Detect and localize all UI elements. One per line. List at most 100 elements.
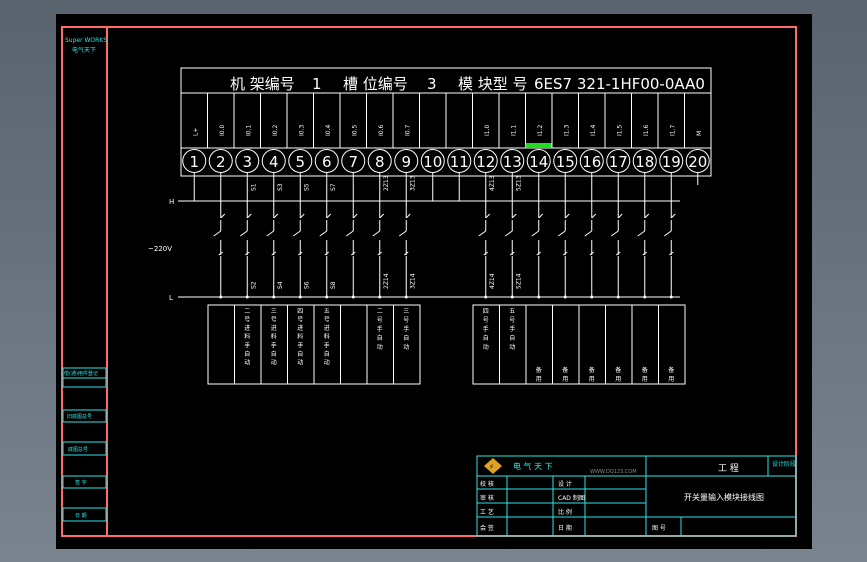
desc-char: 备	[668, 366, 674, 374]
margin-label-4: 签 字	[75, 479, 87, 486]
desc-char: 四	[297, 308, 303, 315]
wire-label-top: 2Z13	[383, 175, 390, 191]
terminal-label: I1.7	[669, 125, 676, 136]
desc-char: 用	[668, 376, 674, 383]
terminal-number: 10	[423, 153, 442, 171]
cad-viewport[interactable]: Super WORKS 电气天下 借(通)用件登记 旧底图总号 底图总号 签 字…	[0, 0, 867, 562]
desc-char: 料	[271, 333, 277, 341]
terminal-number: 16	[582, 153, 601, 171]
terminal-number: 20	[688, 153, 707, 171]
desc-char: 号	[403, 317, 409, 324]
terminal-label: I0.5	[351, 125, 358, 136]
terminal-number: 12	[476, 153, 495, 171]
logo-line1: Super WORKS	[65, 37, 107, 44]
margin-label-3: 底图总号	[68, 446, 88, 453]
wire-label-bottom: 3Z14	[409, 273, 416, 289]
terminal-label: M	[696, 131, 703, 136]
wire-label-top: 5Z13	[515, 175, 522, 191]
wire-label-bottom: 4Z14	[489, 273, 496, 289]
slot-label: 槽 位编号	[343, 75, 408, 93]
terminal-number: 6	[322, 153, 332, 171]
terminal-number: 1	[189, 153, 199, 171]
desc-char: 自	[483, 334, 489, 342]
wire-label-top: S1	[250, 183, 257, 191]
terminal-number: 7	[348, 153, 358, 171]
terminal-number: 11	[450, 153, 469, 171]
desc-char: 备	[642, 366, 648, 374]
desc-char: 自	[377, 334, 383, 342]
terminal-label: I0.6	[378, 125, 385, 136]
row-mid-1: 设 计	[558, 480, 572, 488]
module-no: 6ES7 321-1HF00-0AA0	[534, 75, 705, 93]
wire-label-bottom: S2	[250, 281, 257, 289]
desc-char: 动	[271, 359, 277, 366]
desc-char: 动	[297, 359, 303, 366]
desc-char: 用	[536, 376, 542, 383]
voltage-label: ~220V	[148, 245, 172, 253]
desc-char: 二	[377, 308, 383, 315]
sheet-background	[56, 14, 812, 549]
drawing-title: 开关量输入模块接线图	[684, 492, 764, 502]
desc-char: 自	[509, 334, 515, 342]
desc-char: 手	[377, 325, 383, 333]
margin-label-2: 旧底图总号	[67, 413, 92, 420]
terminal-number: 5	[295, 153, 305, 171]
margin-label-5: 日 期	[75, 513, 87, 519]
desc-char: 进	[297, 324, 303, 332]
desc-char: 备	[562, 366, 568, 374]
desc-char: 三	[271, 308, 277, 315]
terminal-number: 14	[529, 153, 548, 171]
rail-bottom-label: L	[169, 294, 173, 302]
terminal-number: 2	[216, 153, 226, 171]
terminal-label: I0.2	[272, 125, 279, 136]
wire-label-bottom: S8	[330, 281, 337, 289]
wire-label-bottom: 5Z14	[515, 273, 522, 289]
desc-char: 自	[324, 350, 330, 358]
desc-char: 号	[509, 317, 515, 324]
terminal-label: I0.4	[325, 125, 332, 136]
row-left-4: 会 签	[480, 524, 494, 532]
terminal-label: I1.2	[537, 125, 544, 136]
terminal-label: I0.3	[298, 125, 305, 136]
desc-char: 动	[324, 359, 330, 366]
terminal-number: 18	[635, 153, 654, 171]
desc-char: 三	[403, 308, 409, 315]
desc-char: 四	[483, 308, 489, 315]
desc-char: 手	[483, 325, 489, 333]
rack-no: 1	[312, 75, 322, 93]
desc-char: 动	[509, 344, 515, 351]
desc-char: 自	[403, 334, 409, 342]
desc-char: 备	[589, 366, 595, 374]
wire-label-bottom: 2Z14	[383, 273, 390, 289]
terminal-number: 8	[375, 153, 385, 171]
wire-label-bottom: S6	[303, 281, 310, 289]
slot-no: 3	[427, 75, 437, 93]
terminal-number: 19	[662, 153, 681, 171]
row-left-2: 审 核	[480, 494, 494, 502]
row-mid-2: CAD 制图	[558, 494, 585, 502]
desc-char: 动	[403, 344, 409, 351]
desc-char: 料	[297, 333, 303, 341]
desc-char: 动	[244, 359, 250, 366]
terminal-label: I1.4	[590, 125, 597, 136]
desc-char: 用	[589, 376, 595, 383]
project-label: 工 程	[718, 463, 739, 474]
terminal-number: 3	[242, 153, 252, 171]
drawing-no-label: 图 号	[652, 525, 666, 532]
desc-char: 料	[324, 333, 330, 341]
desc-char: 料	[244, 333, 250, 341]
desc-char: 五	[509, 308, 515, 315]
desc-char: 手	[271, 341, 277, 349]
terminal-label: I0.1	[245, 125, 252, 136]
terminal-highlight	[525, 143, 552, 148]
module-label: 模 块型 号	[458, 75, 528, 93]
desc-char: 手	[509, 325, 515, 333]
wire-label-bottom: S4	[277, 281, 284, 289]
desc-char: 手	[324, 341, 330, 349]
logo-mark: ⚡	[489, 463, 494, 471]
row-mid-3: 比 例	[558, 508, 572, 516]
desc-char: 进	[271, 324, 277, 332]
terminal-label: I1.1	[510, 125, 517, 136]
desc-char: 备	[615, 366, 621, 374]
desc-char: 手	[403, 325, 409, 333]
